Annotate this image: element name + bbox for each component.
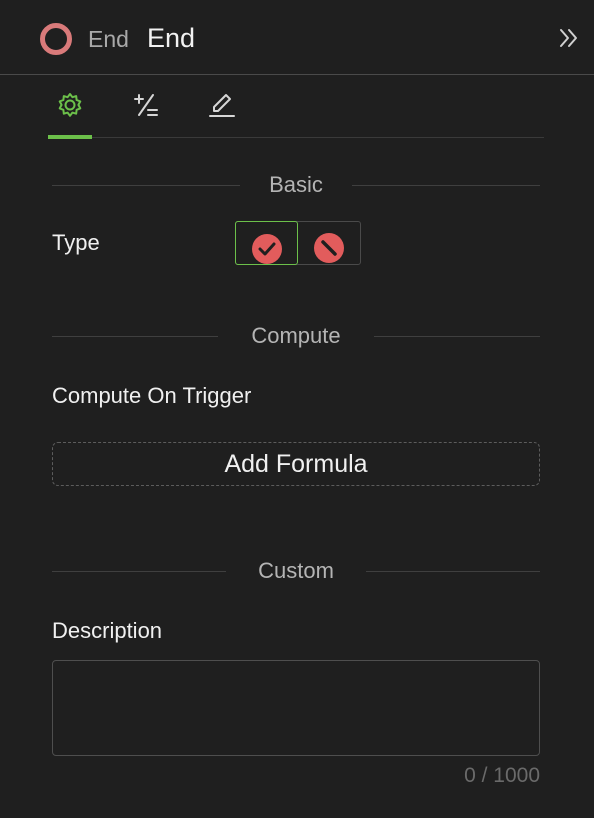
description-textarea[interactable] [52, 660, 540, 756]
cancel-circle-icon [314, 233, 344, 263]
double-chevron-right-icon [560, 29, 577, 47]
node-kind-label: End [88, 26, 129, 52]
compute-on-trigger-label: Compute On Trigger [52, 383, 252, 408]
tab-settings[interactable] [48, 90, 92, 139]
gear-icon [58, 93, 82, 117]
type-option-cancel[interactable] [298, 221, 361, 265]
check-circle-icon [252, 234, 282, 264]
description-label: Description [52, 618, 163, 643]
type-label: Type [52, 230, 100, 255]
node-title[interactable]: End [147, 22, 195, 54]
section-custom: Custom [52, 556, 540, 586]
description-char-counter: 0 / 1000 [464, 764, 540, 787]
end-node-icon [40, 23, 72, 55]
add-formula-button[interactable]: Add Formula [52, 442, 540, 486]
plus-minus-icon [134, 94, 158, 116]
properties-panel: End End Basic Type Compute Compute On Tr… [0, 0, 594, 818]
tab-edit[interactable] [200, 90, 244, 138]
section-basic: Basic [52, 170, 540, 200]
type-toggle [235, 221, 361, 265]
collapse-panel-button[interactable] [555, 24, 583, 52]
section-compute: Compute [52, 321, 540, 351]
panel-tabs [48, 76, 544, 139]
panel-header: End End [0, 0, 594, 75]
pencil-icon [209, 94, 235, 117]
type-option-success[interactable] [235, 221, 298, 265]
tab-formula[interactable] [124, 90, 168, 138]
